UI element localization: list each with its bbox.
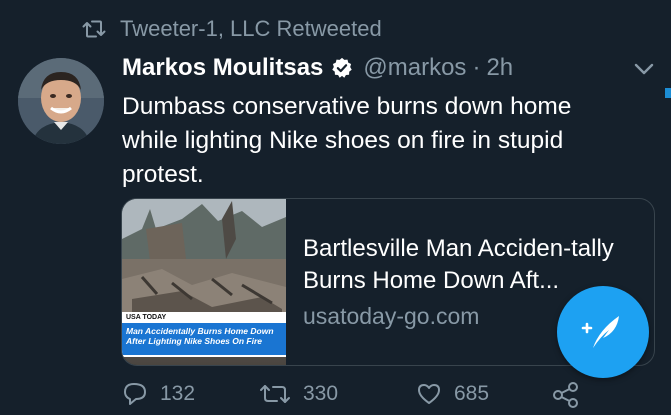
reply-icon (124, 383, 146, 405)
retweet-count: 330 (303, 382, 339, 405)
retweet-action-icon (260, 385, 290, 403)
tweet-text: Dumbass conservative burns down home whi… (122, 93, 572, 188)
chevron-down-icon[interactable] (633, 62, 655, 76)
compose-feather-icon (581, 316, 619, 348)
author-handle[interactable]: @markos (363, 54, 466, 82)
avatar[interactable] (18, 58, 104, 144)
share-button[interactable] (552, 382, 592, 408)
edge-indicator (665, 88, 671, 98)
tweet[interactable]: Tweeter-1, LLC Retweeted Markos Moulitsa… (0, 0, 671, 415)
tweet-time[interactable]: 2h (486, 54, 513, 82)
retweet-header: Tweeter-1, LLC Retweeted (82, 16, 382, 42)
reply-button[interactable]: 132 (122, 382, 195, 406)
usa-today-brand: USA TODAY (126, 314, 167, 321)
card-image: USA TODAY Man Accidentally Burns Home Do… (122, 199, 286, 365)
reply-count: 132 (160, 382, 196, 405)
tweet-actions: 132 330 685 (122, 382, 662, 412)
verified-badge-icon (332, 57, 353, 78)
separator-dot: · (472, 54, 481, 81)
retweet-button[interactable]: 330 (259, 382, 338, 406)
author-row: Markos Moulitsas @markos · 2h (122, 54, 513, 82)
avatar-photo (18, 58, 104, 144)
heart-icon (418, 384, 440, 404)
usa-today-banner: USA TODAY Man Accidentally Burns Home Do… (122, 312, 286, 357)
share-icon (553, 382, 578, 408)
retweet-icon (82, 20, 106, 38)
like-count: 685 (454, 382, 490, 405)
retweet-header-text[interactable]: Tweeter-1, LLC Retweeted (120, 16, 382, 42)
compose-tweet-button[interactable] (557, 286, 649, 378)
author-name[interactable]: Markos Moulitsas (122, 54, 323, 82)
like-button[interactable]: 685 (416, 382, 489, 406)
card-title[interactable]: Bartlesville Man Acciden-tally Burns Hom… (303, 233, 633, 297)
usa-today-headline: Man Accidentally Burns Home Down After L… (122, 323, 286, 355)
